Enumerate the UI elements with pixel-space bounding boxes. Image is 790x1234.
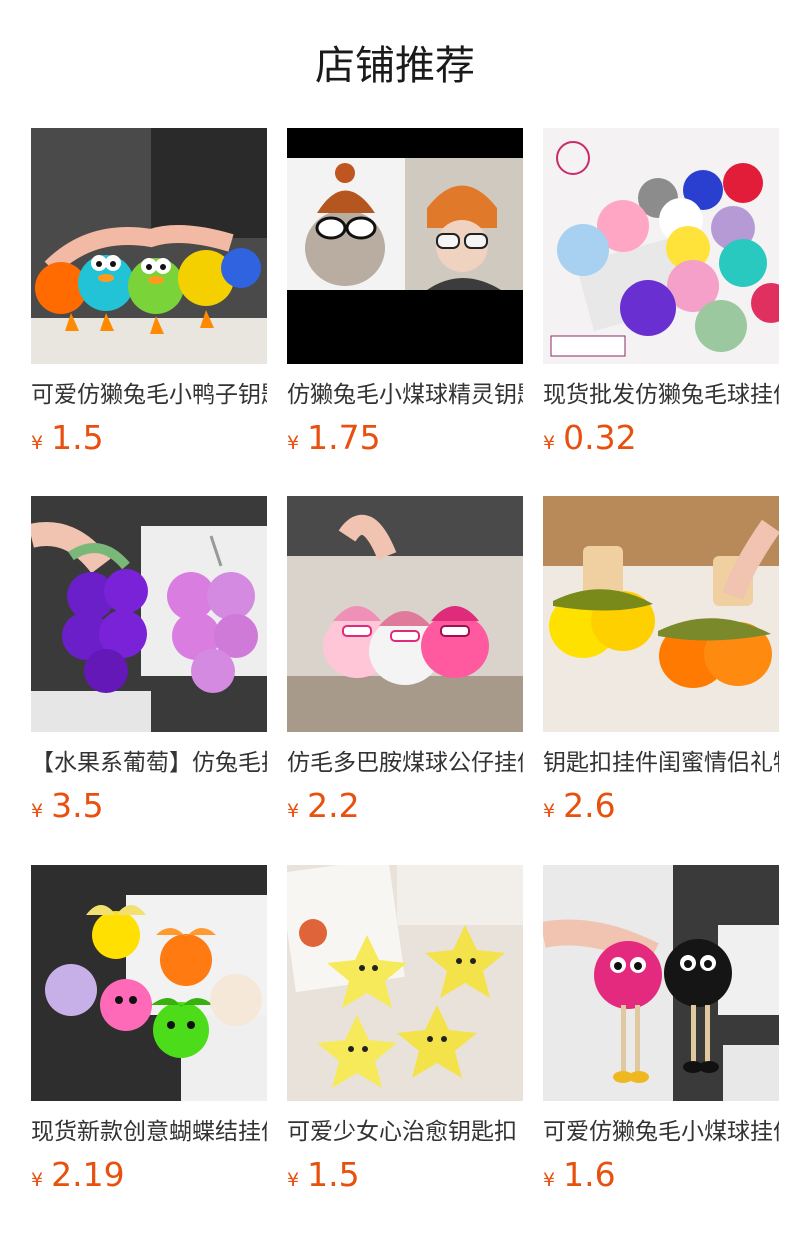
product-image[interactable] — [287, 865, 523, 1101]
product-price: ¥1.6 — [543, 1155, 779, 1195]
currency-symbol: ¥ — [287, 432, 300, 454]
product-name[interactable]: 现货批发仿獭兔毛球挂件 — [543, 378, 779, 412]
product-image[interactable] — [287, 128, 523, 364]
currency-symbol: ¥ — [31, 432, 44, 454]
product-image[interactable] — [543, 128, 779, 364]
product-card[interactable]: 现货批发仿獭兔毛球挂件 ¥0.32 — [543, 128, 779, 458]
product-card[interactable]: 可爱少女心治愈钥匙扣 ¥1.5 — [287, 865, 523, 1195]
product-image[interactable] — [31, 865, 267, 1101]
currency-symbol: ¥ — [287, 1169, 300, 1191]
price-value: 1.75 — [307, 418, 381, 457]
currency-symbol: ¥ — [31, 1169, 44, 1191]
price-value: 2.2 — [307, 786, 360, 825]
price-value: 3.5 — [51, 786, 104, 825]
product-image[interactable] — [31, 128, 267, 364]
product-name[interactable]: 可爱仿獭兔毛小鸭子钥匙扣 — [31, 378, 267, 412]
currency-symbol: ¥ — [543, 1169, 556, 1191]
product-price: ¥3.5 — [31, 786, 267, 826]
product-image[interactable] — [287, 496, 523, 732]
price-value: 2.6 — [563, 786, 616, 825]
price-value: 1.5 — [51, 418, 104, 457]
price-value: 0.32 — [563, 418, 637, 457]
product-name[interactable]: 【水果系葡萄】仿兔毛挂件 — [31, 746, 267, 780]
product-card[interactable]: 仿毛多巴胺煤球公仔挂件 ¥2.2 — [287, 496, 523, 826]
price-value: 1.5 — [307, 1155, 360, 1194]
currency-symbol: ¥ — [287, 800, 300, 822]
price-value: 1.6 — [563, 1155, 616, 1194]
product-price: ¥1.5 — [31, 418, 267, 458]
page-title: 店铺推荐 — [315, 43, 475, 89]
product-card[interactable]: 【水果系葡萄】仿兔毛挂件 ¥3.5 — [31, 496, 267, 826]
product-name[interactable]: 钥匙扣挂件闺蜜情侣礼物 — [543, 746, 779, 780]
product-price: ¥2.6 — [543, 786, 779, 826]
product-price: ¥0.32 — [543, 418, 779, 458]
product-price: ¥1.75 — [287, 418, 523, 458]
product-price: ¥2.2 — [287, 786, 523, 826]
product-image[interactable] — [543, 865, 779, 1101]
product-card[interactable]: 可爱仿獭兔毛小煤球挂件 ¥1.6 — [543, 865, 779, 1195]
product-name[interactable]: 仿毛多巴胺煤球公仔挂件 — [287, 746, 523, 780]
currency-symbol: ¥ — [543, 800, 556, 822]
product-card[interactable]: 钥匙扣挂件闺蜜情侣礼物 ¥2.6 — [543, 496, 779, 826]
product-price: ¥1.5 — [287, 1155, 523, 1195]
product-card[interactable]: 仿獭兔毛小煤球精灵钥匙扣 ¥1.75 — [287, 128, 523, 458]
product-image[interactable] — [543, 496, 779, 732]
product-name[interactable]: 仿獭兔毛小煤球精灵钥匙扣 — [287, 378, 523, 412]
product-name[interactable]: 现货新款创意蝴蝶结挂件 — [31, 1115, 267, 1149]
currency-symbol: ¥ — [543, 432, 556, 454]
product-name[interactable]: 可爱少女心治愈钥匙扣 — [287, 1115, 523, 1149]
product-price: ¥2.19 — [31, 1155, 267, 1195]
product-image[interactable] — [31, 496, 267, 732]
currency-symbol: ¥ — [31, 800, 44, 822]
product-name[interactable]: 可爱仿獭兔毛小煤球挂件 — [543, 1115, 779, 1149]
price-value: 2.19 — [51, 1155, 125, 1194]
product-card[interactable]: 现货新款创意蝴蝶结挂件 ¥2.19 — [31, 865, 267, 1195]
product-card[interactable]: 可爱仿獭兔毛小鸭子钥匙扣 ¥1.5 — [31, 128, 267, 458]
